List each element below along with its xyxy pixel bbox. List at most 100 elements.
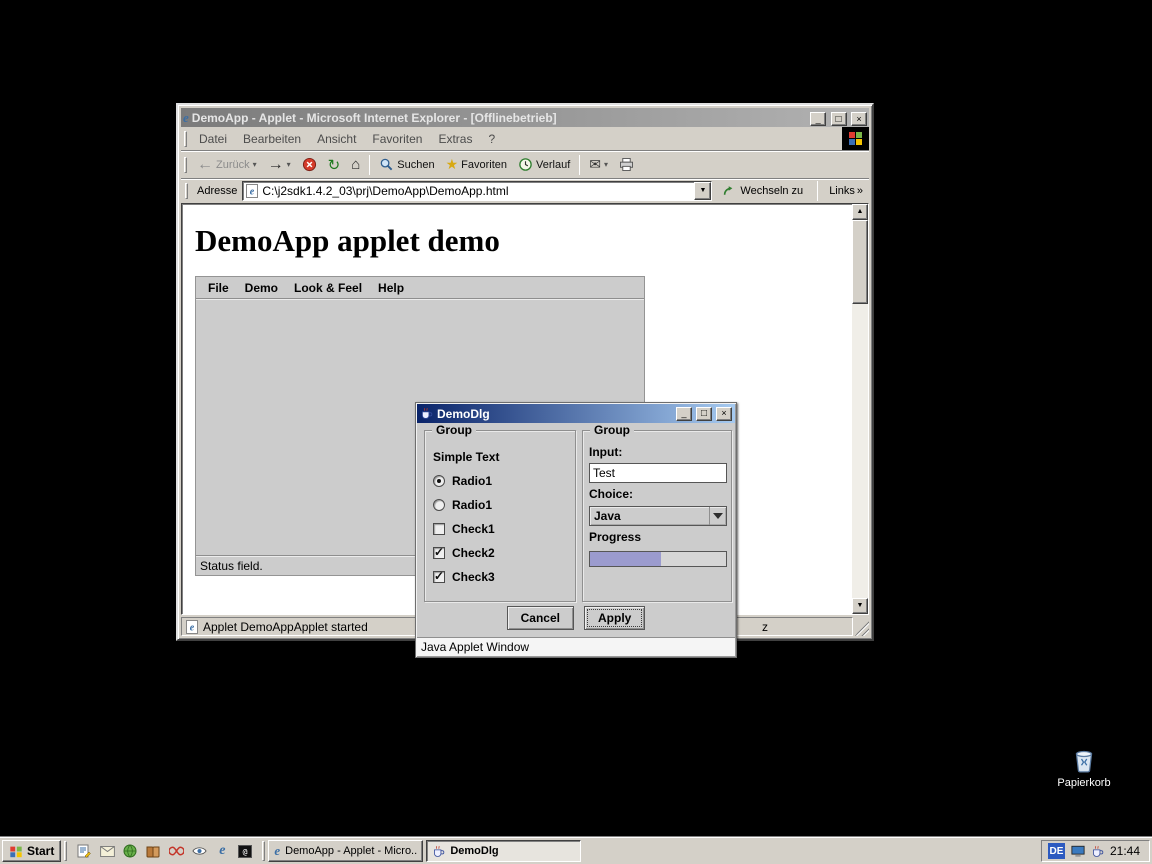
book-icon[interactable] xyxy=(144,842,162,860)
check1-checkbox[interactable] xyxy=(433,523,445,535)
forward-dropdown-icon[interactable]: ▾ xyxy=(287,160,291,169)
go-button[interactable]: Wechseln zu xyxy=(717,185,809,198)
vertical-scrollbar[interactable]: ▲ ▼ xyxy=(852,204,868,614)
java-tray-icon[interactable] xyxy=(1091,845,1104,858)
combo-arrow-button[interactable] xyxy=(709,507,726,525)
address-dropdown-button[interactable]: ▼ xyxy=(694,182,711,200)
input-label: Input: xyxy=(589,441,725,463)
ie-titlebar[interactable]: e DemoApp - Applet - Microsoft Internet … xyxy=(181,108,869,127)
scroll-up-button[interactable]: ▲ xyxy=(852,204,868,220)
stop-button[interactable] xyxy=(297,153,322,177)
recycle-bin-desktop-icon[interactable]: Papierkorb xyxy=(1053,744,1115,789)
home-button[interactable]: ⌂ xyxy=(346,153,365,177)
history-button[interactable]: Verlauf xyxy=(513,153,575,177)
back-button[interactable]: ← Zurück ▾ xyxy=(192,153,262,177)
addressbar-drag-handle[interactable] xyxy=(185,183,188,199)
resize-grip[interactable] xyxy=(855,617,869,636)
input-field[interactable] xyxy=(589,463,727,483)
home-icon: ⌂ xyxy=(351,156,360,173)
scroll-down-button[interactable]: ▼ xyxy=(852,598,868,614)
dialog-button-row: Cancel Apply xyxy=(416,606,736,630)
toolbar-drag-handle[interactable] xyxy=(184,157,187,173)
menu-ansicht[interactable]: Ansicht xyxy=(309,132,364,146)
red-loop-icon[interactable] xyxy=(167,842,185,860)
globe-icon[interactable] xyxy=(121,842,139,860)
mail-dropdown-icon[interactable]: ▾ xyxy=(604,160,608,169)
addressbar-separator xyxy=(817,181,818,201)
minimize-button[interactable]: _ xyxy=(810,112,826,126)
status-zone-fragment: z xyxy=(762,620,768,634)
ie-app-icon: e xyxy=(183,109,189,127)
simple-text-label: Simple Text xyxy=(433,450,499,464)
print-button[interactable] xyxy=(614,153,639,177)
links-chevron-icon[interactable]: » xyxy=(857,185,863,197)
address-input[interactable]: e C:\j2sdk1.4.2_03\prj\DemoApp\DemoApp.h… xyxy=(242,181,712,201)
links-bar[interactable]: Links » xyxy=(826,185,866,197)
check3-checkbox[interactable] xyxy=(433,571,445,583)
java-applet-window-banner: Java Applet Window xyxy=(417,637,735,656)
close-button[interactable]: × xyxy=(851,112,867,126)
start-button[interactable]: Start xyxy=(2,840,61,862)
right-group-title: Group xyxy=(590,423,634,437)
dialog-maximize-button[interactable]: □ xyxy=(696,407,712,421)
check-row-3[interactable]: Check3 xyxy=(433,565,567,589)
scrollbar-track[interactable] xyxy=(852,220,868,598)
applet-menu-demo[interactable]: Demo xyxy=(237,281,286,295)
forward-icon: → xyxy=(268,157,284,173)
scrollbar-thumb[interactable] xyxy=(852,220,868,304)
menubar-drag-handle[interactable] xyxy=(184,131,187,147)
radio-row-1[interactable]: Radio1 xyxy=(433,469,567,493)
search-button[interactable]: Suchen xyxy=(374,153,439,177)
recycle-bin-icon xyxy=(1053,744,1115,774)
menu-favoriten[interactable]: Favoriten xyxy=(364,132,430,146)
svg-text:@: @ xyxy=(243,847,248,856)
check-row-1[interactable]: Check1 xyxy=(433,517,567,541)
chevron-down-icon xyxy=(713,513,723,519)
apply-button[interactable]: Apply xyxy=(584,606,645,630)
terminal-icon[interactable]: @ xyxy=(236,842,254,860)
cancel-button[interactable]: Cancel xyxy=(507,606,574,630)
ie-quick-icon[interactable]: e xyxy=(213,842,231,860)
compose-page-icon[interactable] xyxy=(75,842,93,860)
menu-hilfe[interactable]: ? xyxy=(480,132,503,146)
stop-icon xyxy=(302,157,317,172)
dialog-close-button[interactable]: × xyxy=(716,407,732,421)
status-text: Applet DemoAppApplet started xyxy=(203,620,368,634)
task-demodlg[interactable]: DemoDlg xyxy=(426,840,581,862)
language-indicator[interactable]: DE xyxy=(1048,843,1065,859)
progress-fill xyxy=(590,552,661,566)
choice-combobox[interactable]: Java xyxy=(589,506,727,526)
applet-menu-help[interactable]: Help xyxy=(370,281,412,295)
radio1-button[interactable] xyxy=(433,475,445,487)
check2-checkbox[interactable] xyxy=(433,547,445,559)
applet-menu-file[interactable]: File xyxy=(200,281,237,295)
mail-quick-icon[interactable] xyxy=(98,842,116,860)
back-dropdown-icon[interactable]: ▾ xyxy=(253,160,257,169)
forward-button[interactable]: → ▾ xyxy=(263,153,296,177)
toolbar-separator xyxy=(369,155,370,175)
radio-row-2[interactable]: Radio1 xyxy=(433,493,567,517)
java-task-icon xyxy=(432,845,445,858)
applet-menu-lookfeel[interactable]: Look & Feel xyxy=(286,281,370,295)
demodlg-titlebar[interactable]: DemoDlg _ □ × xyxy=(417,404,735,423)
svg-text:e: e xyxy=(190,622,195,633)
radio2-button[interactable] xyxy=(433,499,445,511)
display-tray-icon[interactable] xyxy=(1071,845,1085,858)
dialog-minimize-button[interactable]: _ xyxy=(676,407,692,421)
ie-task-icon: e xyxy=(274,843,280,859)
taskbar-clock[interactable]: 21:44 xyxy=(1110,844,1140,858)
maximize-button[interactable]: □ xyxy=(831,112,847,126)
progress-bar xyxy=(589,551,727,567)
menu-datei[interactable]: Datei xyxy=(191,132,235,146)
page-title: DemoApp applet demo xyxy=(195,223,868,259)
check-row-2[interactable]: Check2 xyxy=(433,541,567,565)
eye-icon[interactable] xyxy=(190,842,208,860)
check1-label: Check1 xyxy=(452,522,495,536)
task-demoapp[interactable]: e DemoApp - Applet - Micro... xyxy=(268,840,423,862)
refresh-button[interactable]: ↻ xyxy=(323,153,346,177)
menu-extras[interactable]: Extras xyxy=(430,132,480,146)
ie-toolbar: ← Zurück ▾ → ▾ ↻ ⌂ Suchen ★ xyxy=(181,150,869,178)
favorites-button[interactable]: ★ Favoriten xyxy=(441,153,512,177)
menu-bearbeiten[interactable]: Bearbeiten xyxy=(235,132,309,146)
mail-button[interactable]: ✉ ▾ xyxy=(584,153,613,177)
